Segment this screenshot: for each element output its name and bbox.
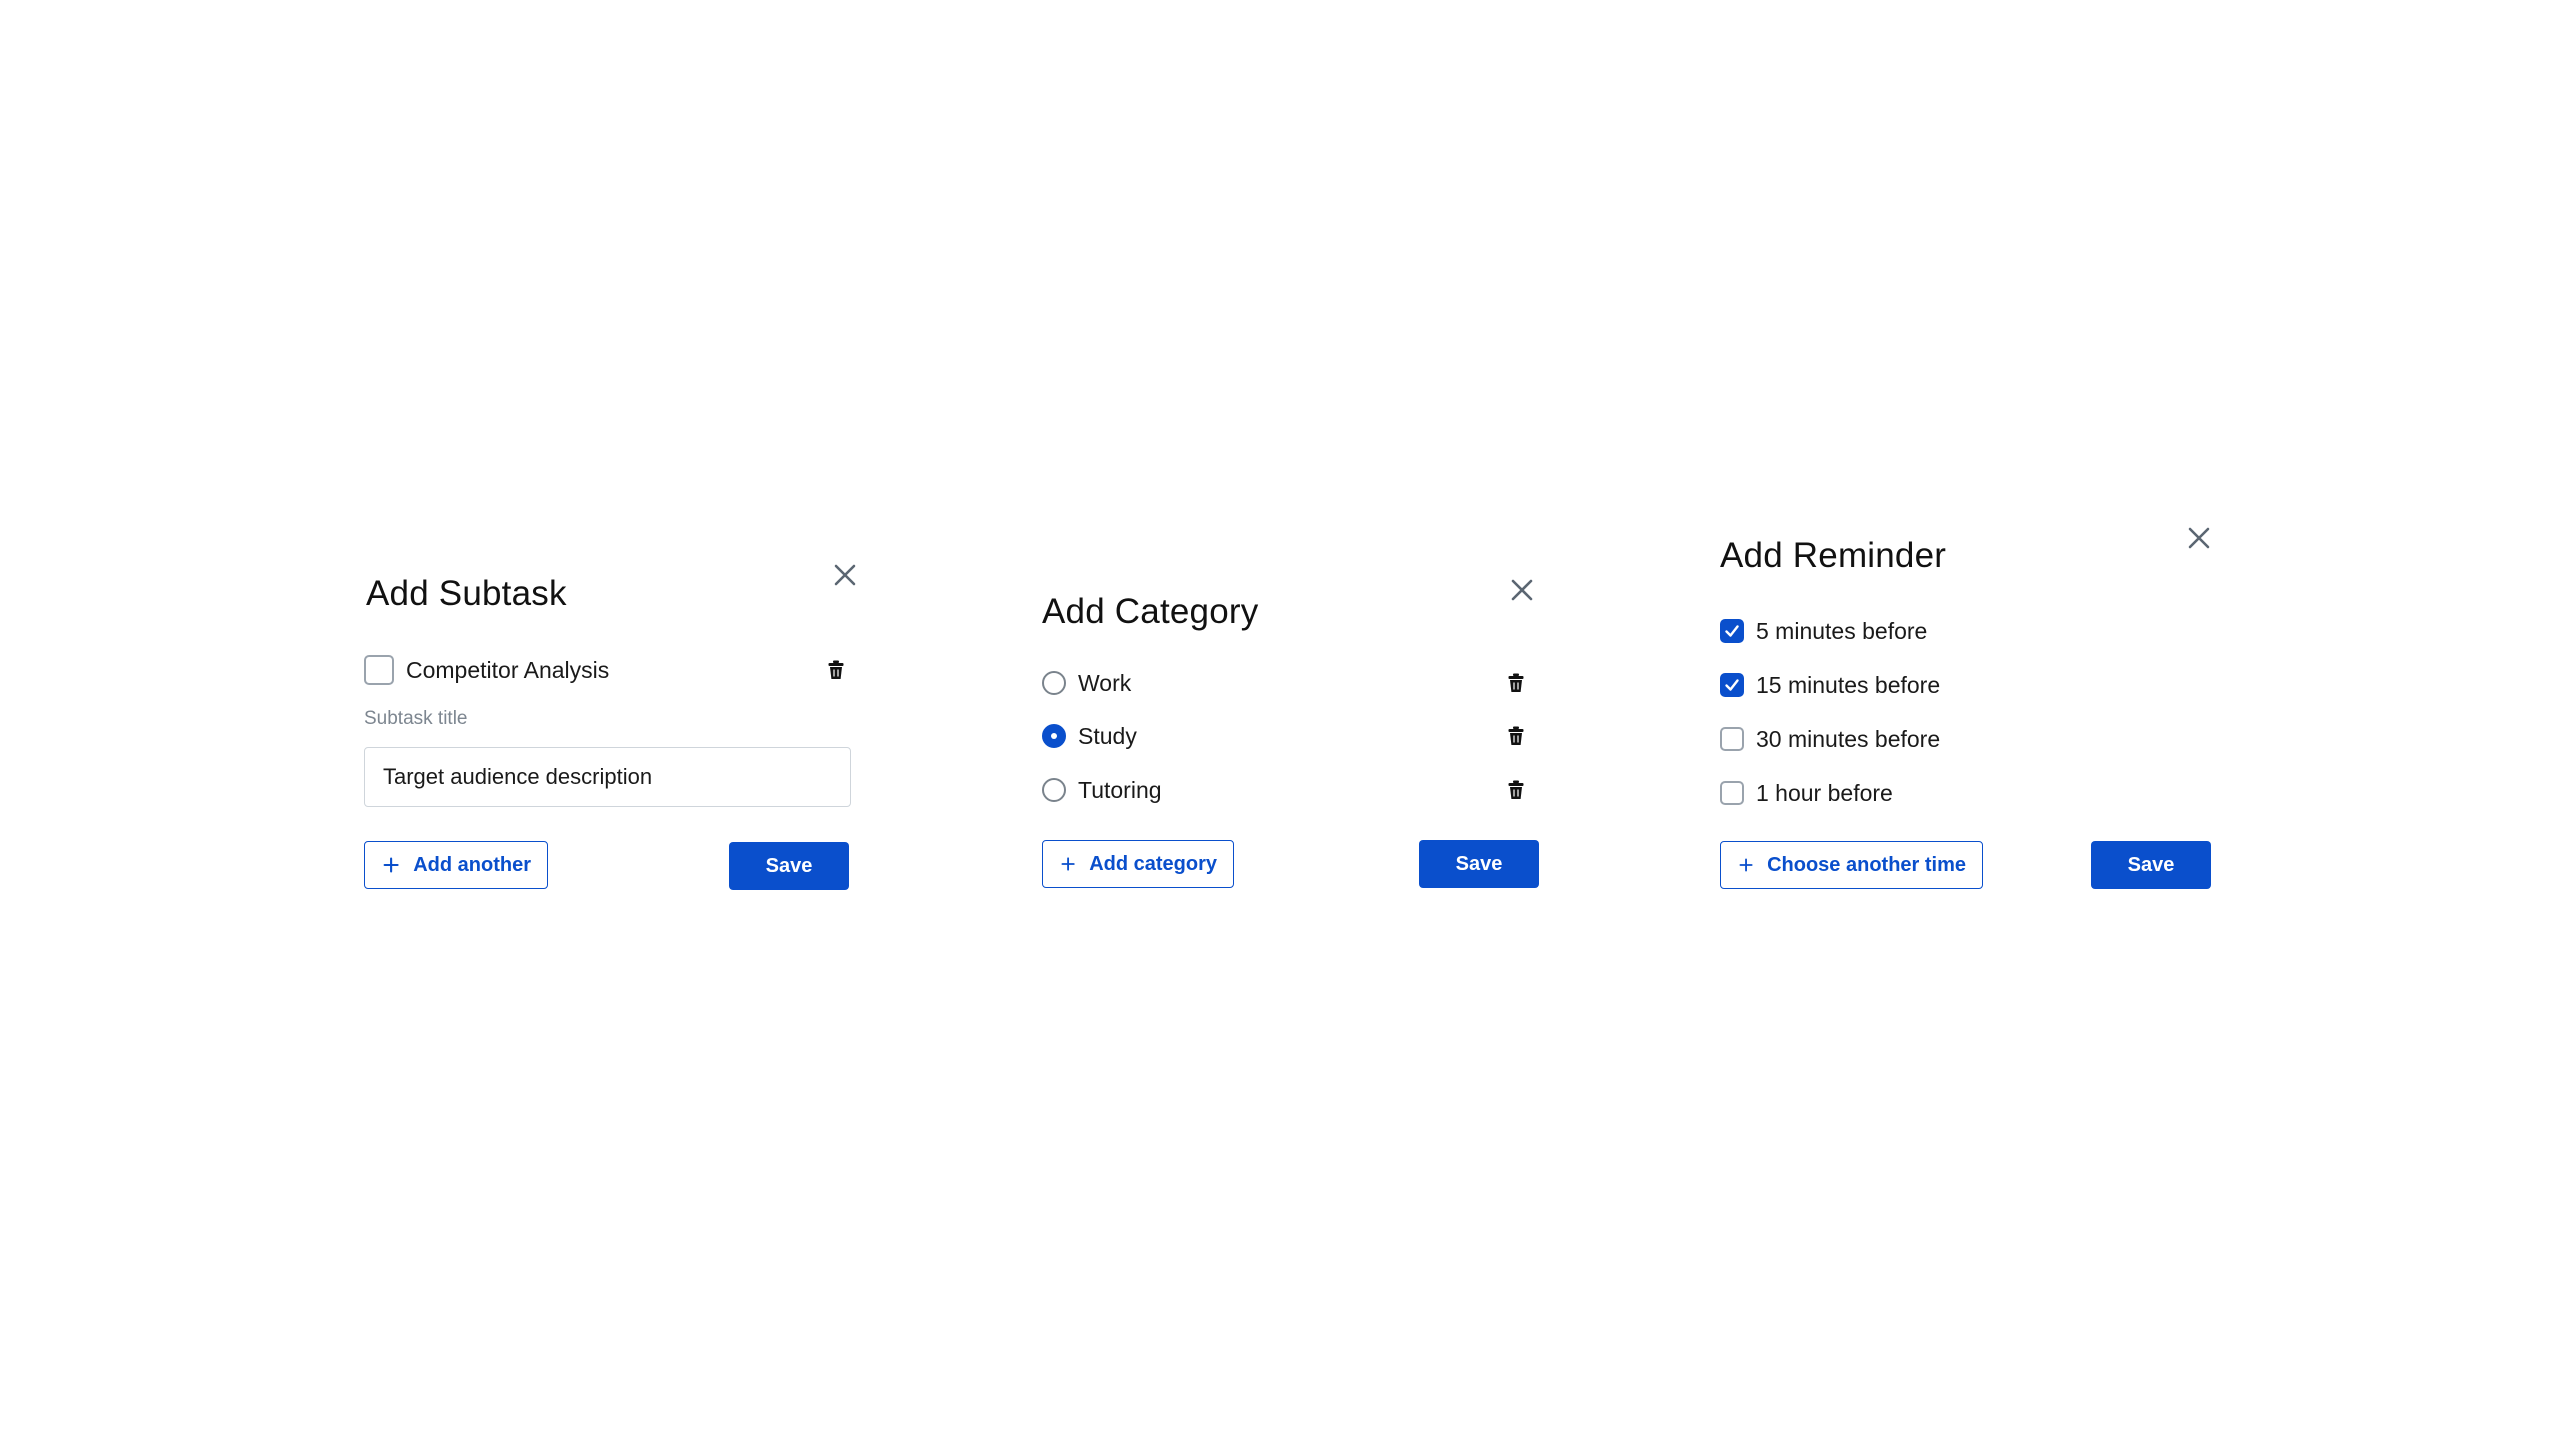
subtask-checkbox[interactable] (364, 655, 394, 685)
plus-icon (383, 857, 399, 873)
reminder-checkbox[interactable] (1720, 619, 1744, 643)
add-category-label: Add category (1089, 852, 1217, 875)
category-label: Tutoring (1078, 777, 1162, 803)
reminder-option[interactable]: 30 minutes before (1720, 721, 2140, 757)
category-radio[interactable] (1042, 671, 1066, 695)
reminder-label: 5 minutes before (1756, 618, 1928, 644)
category-label: Work (1078, 670, 1132, 696)
category-radio[interactable] (1042, 778, 1066, 802)
choose-another-time-button[interactable]: Choose another time (1720, 841, 1983, 889)
reminder-option[interactable]: 15 minutes before (1720, 667, 2140, 703)
plus-icon (1061, 857, 1075, 871)
save-button[interactable]: Save (729, 842, 849, 890)
add-category-button[interactable]: Add category (1042, 840, 1234, 888)
subtask-title-label: Subtask title (364, 708, 468, 729)
add-category-title: Add Category (1042, 592, 1259, 631)
trash-icon[interactable] (1508, 673, 1524, 693)
trash-icon[interactable] (1508, 726, 1524, 746)
close-icon[interactable] (1508, 576, 1536, 604)
subtask-item: Competitor Analysis (364, 652, 854, 688)
reminder-label: 1 hour before (1756, 780, 1893, 806)
close-icon[interactable] (2185, 524, 2213, 552)
trash-icon[interactable] (828, 660, 844, 680)
reminder-option[interactable]: 1 hour before (1720, 775, 2140, 811)
subtask-title-input[interactable] (364, 747, 851, 807)
reminder-checkbox[interactable] (1720, 673, 1744, 697)
category-option[interactable]: Tutoring (1042, 772, 1532, 808)
choose-another-time-label: Choose another time (1767, 853, 1966, 876)
page: Add Subtask Competitor Analysis Subtask … (0, 0, 2556, 1440)
category-option[interactable]: Study (1042, 718, 1532, 754)
reminder-option[interactable]: 5 minutes before (1720, 613, 2140, 649)
category-option[interactable]: Work (1042, 665, 1532, 701)
close-icon[interactable] (831, 561, 859, 589)
save-button[interactable]: Save (1419, 840, 1539, 888)
reminder-label: 15 minutes before (1756, 672, 1941, 698)
category-label: Study (1078, 723, 1137, 749)
save-button[interactable]: Save (2091, 841, 2211, 889)
reminder-label: 30 minutes before (1756, 726, 1941, 752)
add-another-button[interactable]: Add another (364, 841, 548, 889)
category-radio[interactable] (1042, 724, 1066, 748)
add-another-label: Add another (413, 853, 531, 876)
add-subtask-title: Add Subtask (366, 574, 567, 613)
add-reminder-title: Add Reminder (1720, 536, 1947, 575)
reminder-checkbox[interactable] (1720, 781, 1744, 805)
plus-icon (1739, 858, 1753, 872)
reminder-checkbox[interactable] (1720, 727, 1744, 751)
subtask-label: Competitor Analysis (406, 657, 610, 683)
trash-icon[interactable] (1508, 780, 1524, 800)
